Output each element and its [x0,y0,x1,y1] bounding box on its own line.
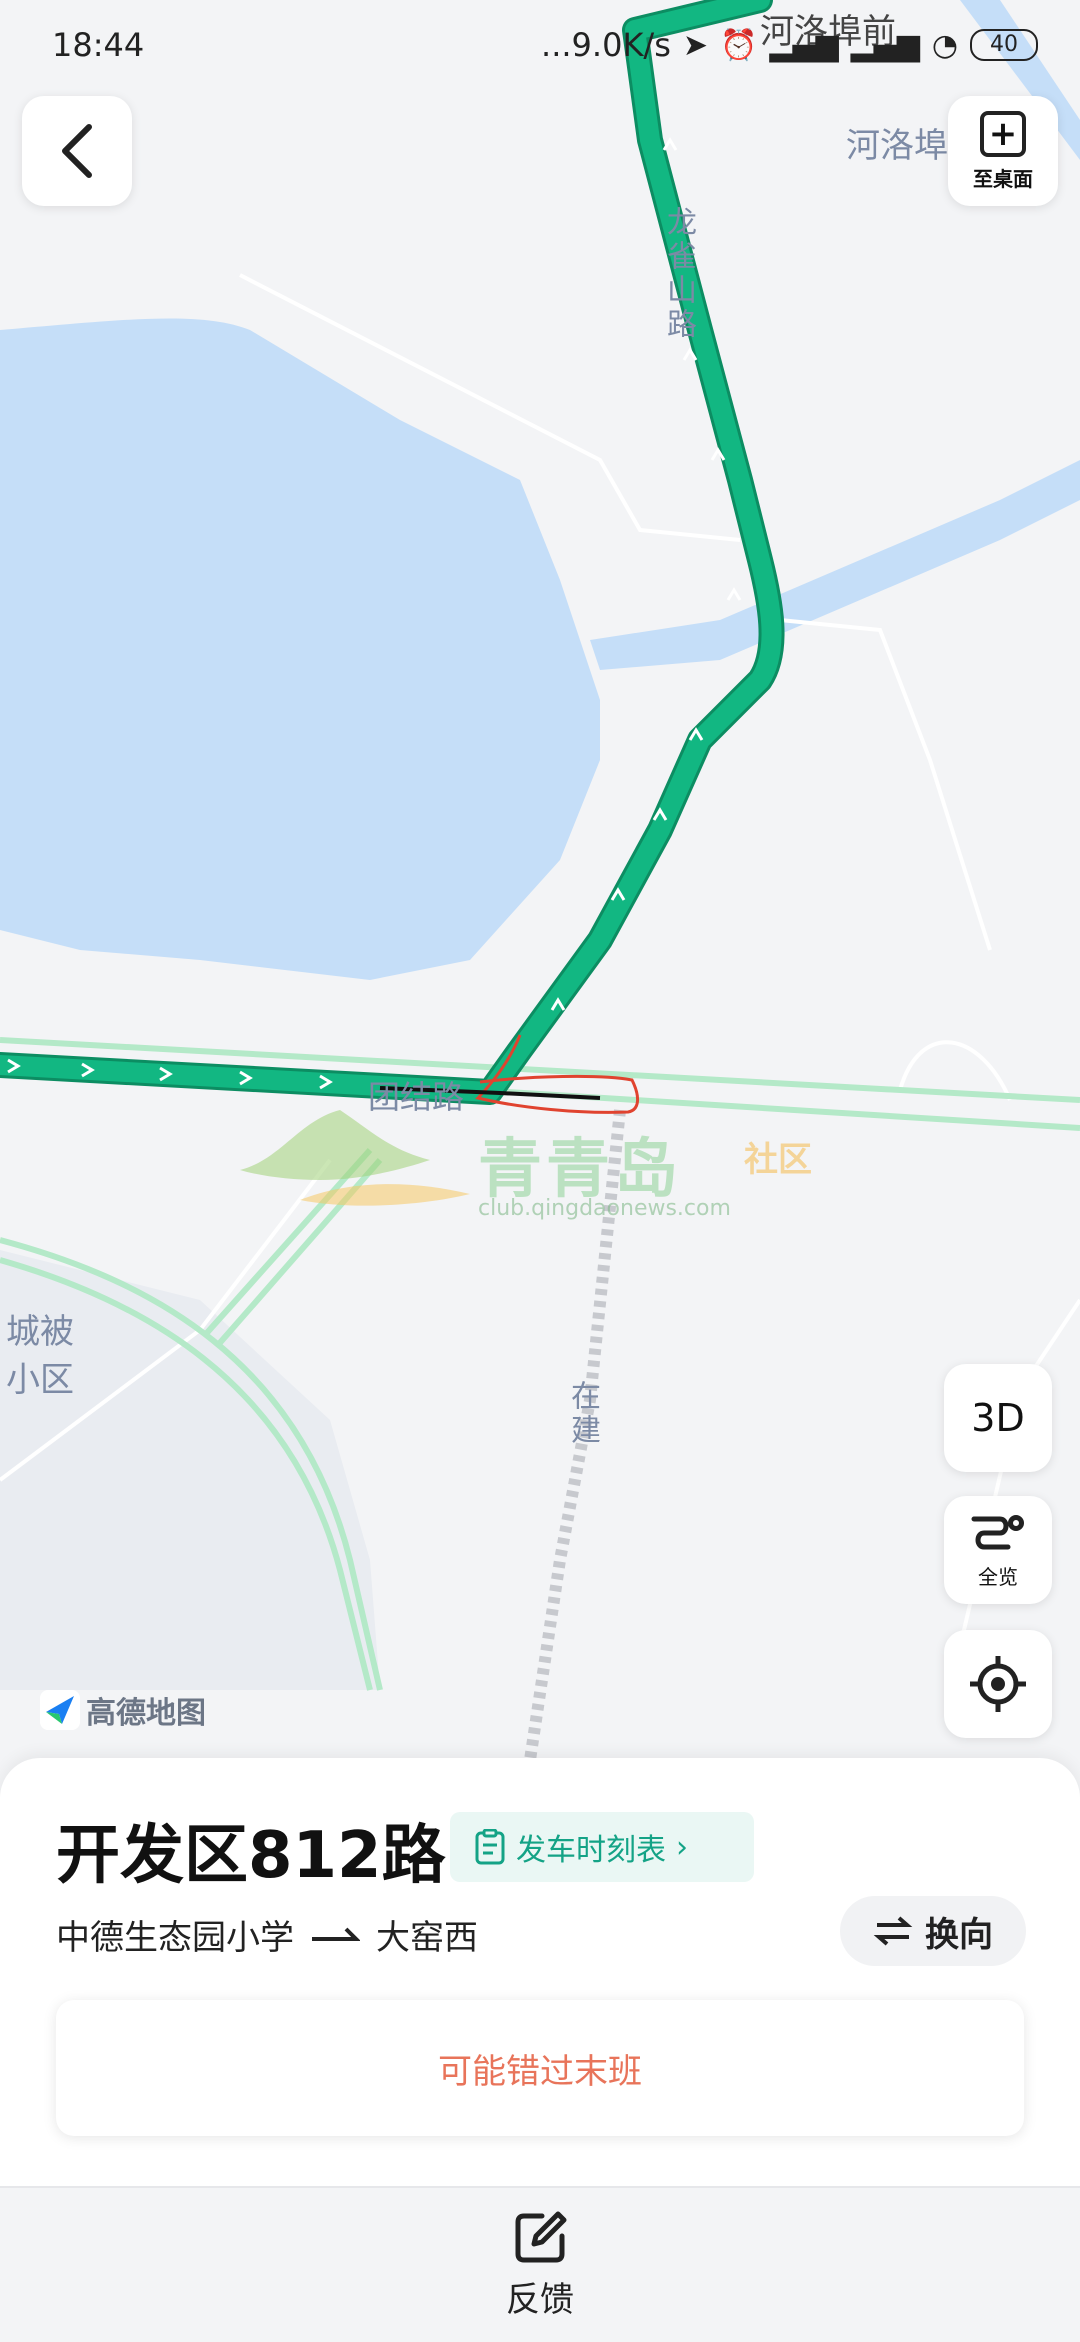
locate-button[interactable] [944,1630,1052,1738]
add-to-desktop-label: 至桌面 [973,166,1033,191]
locate-crosshair-icon [970,1656,1026,1712]
reverse-direction-label: 换向 [925,1914,993,1955]
feedback-button[interactable]: 反馈 [478,2210,602,2330]
bottom-bar: 反馈 [0,2186,1080,2342]
overview-button[interactable]: 全览 [944,1496,1052,1604]
amap-logo-text: 高德地图 [86,1696,206,1731]
map-label-chengbei-line2: 小区 [6,1360,74,1400]
alarm-icon: ⏰ [720,27,758,63]
add-to-desktop-button[interactable]: + 至桌面 [948,96,1058,206]
back-button[interactable] [22,96,132,206]
signal-icon-2: ▂▄▆ [850,27,920,63]
route-overview-icon [971,1514,1024,1549]
edit-pencil-icon [515,2211,567,2263]
timetable-button[interactable]: 发车时刻表 › [450,1812,754,1882]
chevron-right-icon: › [676,1829,688,1865]
watermark-mountain-icon [240,1110,470,1206]
overview-label: 全览 [978,1564,1018,1589]
signal-icon: ▂▄▆ [769,27,839,63]
map-label-chengbei-line1: 城被 [6,1312,74,1352]
timetable-label: 发车时刻表 [516,1833,666,1868]
route-name: 开发区812路 [56,1819,446,1893]
clipboard-icon [475,1829,505,1865]
wifi-icon: ◔ [931,27,958,63]
status-bar: 18:44 ...9.0K/s ➤ ⏰ ▂▄▆ ▂▄▆ ◔ 40 [0,0,1080,90]
watermark-url: club.qingdaonews.com [478,1196,731,1221]
route-origin: 中德生态园小学 [56,1918,294,1958]
map-label-under-construction: 在建 [565,1380,600,1448]
status-icons: ...9.0K/s ➤ ⏰ ▂▄▆ ▂▄▆ ◔ 40 [541,26,1038,64]
map-canvas[interactable] [0,0,1080,1780]
missed-last-bus-text: 可能错过末班 [438,2051,642,2092]
amap-logo-icon [40,1690,80,1730]
three-d-button[interactable]: 3D [944,1364,1052,1472]
missed-last-bus-notice: 可能错过末班 [56,2000,1024,2136]
swap-arrows-icon [873,1916,913,1946]
battery-icon: 40 [970,29,1038,61]
route-destination: 大窑西 [376,1918,478,1958]
direction-arrow-icon [312,1927,360,1941]
feedback-label: 反馈 [506,2280,574,2320]
back-arrow-icon [62,124,92,178]
amap-logo: 高德地图 [40,1688,206,1732]
location-icon: ➤ [682,27,709,63]
route-stops: 中德生态园小学 大窑西 [56,1910,478,1959]
watermark-suffix: 社区 [744,1140,812,1180]
map-label-longque-road: 龙雀山路 [661,206,696,342]
map-label-heluobu: 河洛埠 [846,126,948,166]
three-d-label: 3D [971,1396,1025,1440]
plus-square-icon: + [980,110,1026,157]
reverse-direction-button[interactable]: 换向 [840,1896,1026,1966]
network-speed: ...9.0K/s [541,26,671,64]
status-time: 18:44 [52,26,145,64]
